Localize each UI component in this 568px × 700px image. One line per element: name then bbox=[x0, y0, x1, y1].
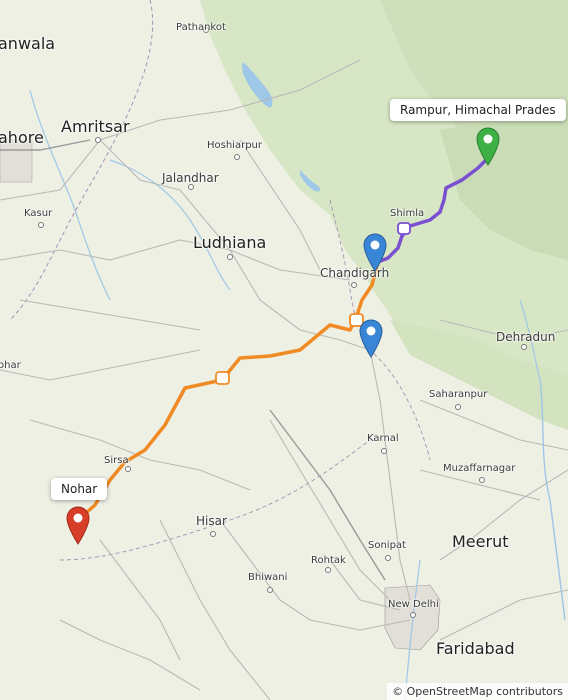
city-dot bbox=[479, 477, 485, 483]
city-dot bbox=[234, 154, 240, 160]
place-label: Kasur bbox=[24, 208, 53, 219]
place-label: Karnal bbox=[367, 433, 399, 444]
place-label: Hoshiarpur bbox=[207, 140, 262, 151]
city-dot bbox=[210, 531, 216, 537]
map-view[interactable]: anwala Pathankot Amritsar ahore Hoshiarp… bbox=[0, 0, 568, 700]
place-label: Jalandhar bbox=[162, 171, 219, 185]
place-label: Pathankot bbox=[176, 22, 226, 33]
city-dot bbox=[267, 587, 273, 593]
city-dot bbox=[227, 254, 233, 260]
city-dot bbox=[95, 137, 101, 143]
place-label: Bhiwani bbox=[248, 572, 288, 583]
place-label: Meerut bbox=[452, 532, 509, 551]
place-label: Dehradun bbox=[496, 330, 556, 344]
place-label: Rohtak bbox=[311, 555, 346, 566]
city-dot bbox=[410, 612, 416, 618]
city-dot bbox=[351, 282, 357, 288]
place-label: Sonipat bbox=[368, 540, 406, 551]
waypoint-marker-chandigarh[interactable] bbox=[362, 232, 388, 272]
place-label: Faridabad bbox=[436, 639, 515, 658]
place-label: Shimla bbox=[390, 208, 425, 219]
city-dot bbox=[325, 567, 331, 573]
map-attribution[interactable]: © OpenStreetMap contributors bbox=[387, 683, 568, 700]
city-dot bbox=[455, 404, 461, 410]
place-label: anwala bbox=[0, 34, 56, 53]
place-label: Ludhiana bbox=[193, 233, 267, 252]
place-label: ahore bbox=[0, 128, 44, 147]
city-dot bbox=[125, 466, 131, 472]
origin-marker[interactable] bbox=[65, 505, 91, 545]
place-label: ohar bbox=[0, 360, 21, 371]
origin-callout: Nohar bbox=[51, 478, 108, 500]
place-label: Amritsar bbox=[61, 117, 130, 136]
destination-callout: Rampur, Himachal Prades bbox=[390, 99, 566, 121]
place-label: Hisar bbox=[196, 514, 227, 528]
place-label: New Delhi bbox=[388, 599, 439, 610]
place-label: Saharanpur bbox=[429, 389, 488, 400]
waypoint-marker[interactable] bbox=[358, 318, 384, 358]
destination-marker[interactable] bbox=[475, 126, 501, 166]
city-dot bbox=[38, 222, 44, 228]
city-dot bbox=[521, 344, 527, 350]
city-dot bbox=[385, 555, 391, 561]
city-dot bbox=[381, 448, 387, 454]
place-label: Sirsa bbox=[104, 455, 129, 466]
place-label: Muzaffarnagar bbox=[443, 463, 516, 474]
